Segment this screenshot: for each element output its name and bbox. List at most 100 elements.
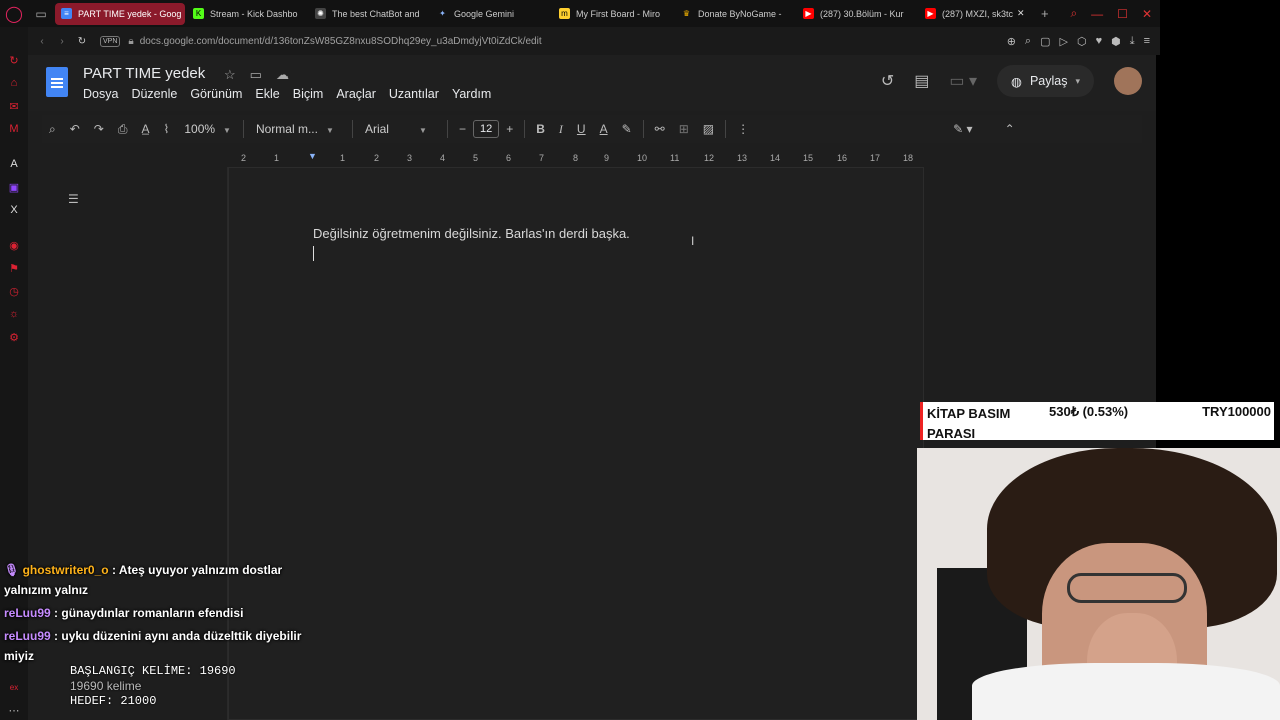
text-color-icon[interactable]: A <box>593 122 615 136</box>
increase-font-icon[interactable]: + <box>499 122 520 136</box>
extension-icon[interactable]: ⬢ <box>1111 35 1121 48</box>
add-comment-icon[interactable]: ⊞ <box>672 122 696 136</box>
document-title[interactable]: PART TIME yedek <box>83 65 205 82</box>
snapshot-icon[interactable]: ▢ <box>1040 35 1050 48</box>
tab-docs[interactable]: ≡ PART TIME yedek - Goog <box>55 2 185 25</box>
document-body-text[interactable]: Değilsiniz öğretmenim değilsiniz. Barlas… <box>313 226 630 241</box>
tab-kick[interactable]: K Stream - Kick Dashbo <box>187 3 307 25</box>
history-icon[interactable]: ↻ <box>7 53 21 67</box>
share-button[interactable]: ◍ Paylaş ▾ <box>997 65 1094 97</box>
pin-icon[interactable]: ⚑ <box>7 261 21 275</box>
font-select[interactable]: Arial ▼ <box>357 122 443 136</box>
ruler-mark: 1 <box>274 153 280 163</box>
vpn-badge[interactable]: VPN <box>100 35 121 47</box>
player-icon[interactable]: ◉ <box>7 238 21 252</box>
menu-format[interactable]: Biçim <box>293 87 324 101</box>
bold-icon[interactable]: B <box>529 122 552 136</box>
tab-youtube-2[interactable]: ▶ (287) MXZI, sk3tc ✕ <box>919 3 1034 25</box>
forward-icon[interactable]: › <box>52 36 72 47</box>
minimize-icon[interactable]: — <box>1091 7 1103 21</box>
collapse-toolbar-icon[interactable]: ⌃ <box>998 122 1022 136</box>
tab-bynogame[interactable]: ♛ Donate ByNoGame - <box>675 3 795 25</box>
current-word-count[interactable]: 19690 kelime <box>70 679 236 694</box>
twitch-icon[interactable]: ▣ <box>7 180 21 194</box>
style-select[interactable]: Normal m... ▼ <box>248 122 348 136</box>
insert-image-icon[interactable]: ▨ <box>696 122 721 136</box>
highlight-icon[interactable]: ✎ <box>615 122 639 136</box>
menu-icon[interactable]: ≡ <box>1144 35 1150 47</box>
more-options-icon[interactable]: ⋮ <box>730 122 756 136</box>
indent-marker-icon[interactable]: ▼ <box>308 151 317 161</box>
bag-icon[interactable]: ⌂ <box>7 76 21 90</box>
extensions-icon[interactable]: ex <box>7 680 21 694</box>
tab-miro[interactable]: m My First Board - Miro <box>553 3 673 25</box>
kick-icon: K <box>193 8 204 19</box>
toolbar-divider <box>642 120 644 138</box>
spellcheck-icon[interactable]: A̲ <box>134 122 156 136</box>
underline-icon[interactable]: U <box>570 122 593 136</box>
zoom-select[interactable]: 100% ▼ <box>176 122 239 136</box>
search-icon[interactable]: ⌕ <box>1070 6 1077 21</box>
messenger-icon[interactable]: ✉ <box>7 99 21 113</box>
close-window-icon[interactable]: ✕ <box>1142 7 1152 21</box>
zoom-icon[interactable]: ⊕ <box>1007 35 1016 48</box>
opera-logo-icon[interactable]: ◯ <box>0 0 28 27</box>
italic-icon[interactable]: I <box>552 122 570 137</box>
menu-extensions[interactable]: Uzantılar <box>389 87 439 101</box>
menu-view[interactable]: Görünüm <box>190 87 242 101</box>
more-icon[interactable]: ⋯ <box>7 703 21 717</box>
x-icon[interactable]: X <box>7 203 21 217</box>
tab-chatbot[interactable]: ✺ The best ChatBot and <box>309 3 429 25</box>
meet-icon[interactable]: ▭ ▾ <box>949 71 977 91</box>
lens-icon[interactable]: ⌕ <box>1025 35 1031 48</box>
aria-icon[interactable]: A <box>7 157 21 171</box>
play-icon[interactable]: ▷ <box>1059 35 1067 48</box>
chevron-down-icon[interactable]: ▾ <box>1075 76 1080 87</box>
menu-help[interactable]: Yardım <box>452 87 491 101</box>
document-page[interactable]: Değilsiniz öğretmenim değilsiniz. Barlas… <box>228 167 924 720</box>
undo-icon[interactable]: ↶ <box>63 122 87 136</box>
title-actions: ☆ ▭ ☁ <box>224 67 289 83</box>
reload-icon[interactable]: ↻ <box>72 36 92 47</box>
new-tab-icon[interactable]: + <box>1041 6 1049 21</box>
tab-label: Stream - Kick Dashbo <box>210 8 298 19</box>
paint-format-icon[interactable]: ⌇ <box>156 122 176 136</box>
search-menus-icon[interactable]: ⌕ <box>42 122 63 137</box>
redo-icon[interactable]: ↷ <box>87 122 111 136</box>
decrease-font-icon[interactable]: − <box>452 122 473 136</box>
chat-message: reLuu99 : uyku düzenini aynı anda düzelt… <box>4 626 324 666</box>
move-folder-icon[interactable]: ▭ <box>250 67 262 83</box>
tab-youtube-1[interactable]: ▶ (287) 30.Bölüm - Kur <box>797 3 917 25</box>
menu-edit[interactable]: Düzenle <box>131 87 177 101</box>
back-icon[interactable]: ‹ <box>32 36 52 47</box>
close-tab-icon[interactable]: ✕ <box>1017 8 1025 19</box>
mail-icon[interactable]: M <box>7 122 21 136</box>
toolbar-divider <box>351 120 353 138</box>
docs-logo-icon[interactable] <box>46 67 68 97</box>
ruler-mark: 5 <box>473 153 479 163</box>
cube-icon[interactable]: ⬡ <box>1077 35 1087 48</box>
menu-file[interactable]: Dosya <box>83 87 118 101</box>
maximize-icon[interactable]: ☐ <box>1117 7 1128 21</box>
clock-icon[interactable]: ◷ <box>7 284 21 298</box>
lightbulb-icon[interactable]: ☼ <box>7 307 21 321</box>
download-icon[interactable]: ⤓ <box>1130 35 1135 48</box>
font-size-input[interactable]: 12 <box>472 120 500 138</box>
outline-icon[interactable]: ☰ <box>68 192 79 206</box>
print-icon[interactable]: ⎙ <box>111 122 135 137</box>
link-icon[interactable]: ⚯ <box>648 122 672 136</box>
cloud-status-icon[interactable]: ☁ <box>276 67 289 83</box>
heart-icon[interactable]: ♥ <box>1096 35 1103 47</box>
url-field[interactable]: docs.google.com/document/d/136tonZsW85GZ… <box>140 36 542 47</box>
tab-switcher-icon[interactable]: ▭ <box>28 7 54 21</box>
star-icon[interactable]: ☆ <box>224 67 236 83</box>
menu-insert[interactable]: Ekle <box>255 87 279 101</box>
comments-icon[interactable]: ▤ <box>914 71 929 91</box>
menu-tools[interactable]: Araçlar <box>336 87 376 101</box>
editing-mode-icon[interactable]: ✎ ▾ <box>946 122 979 136</box>
toolbar-divider <box>242 120 244 138</box>
settings-icon[interactable]: ⚙ <box>7 330 21 344</box>
version-history-icon[interactable]: ↺ <box>881 71 894 91</box>
avatar[interactable] <box>1114 67 1142 95</box>
tab-gemini[interactable]: ✦ Google Gemini <box>431 3 551 25</box>
